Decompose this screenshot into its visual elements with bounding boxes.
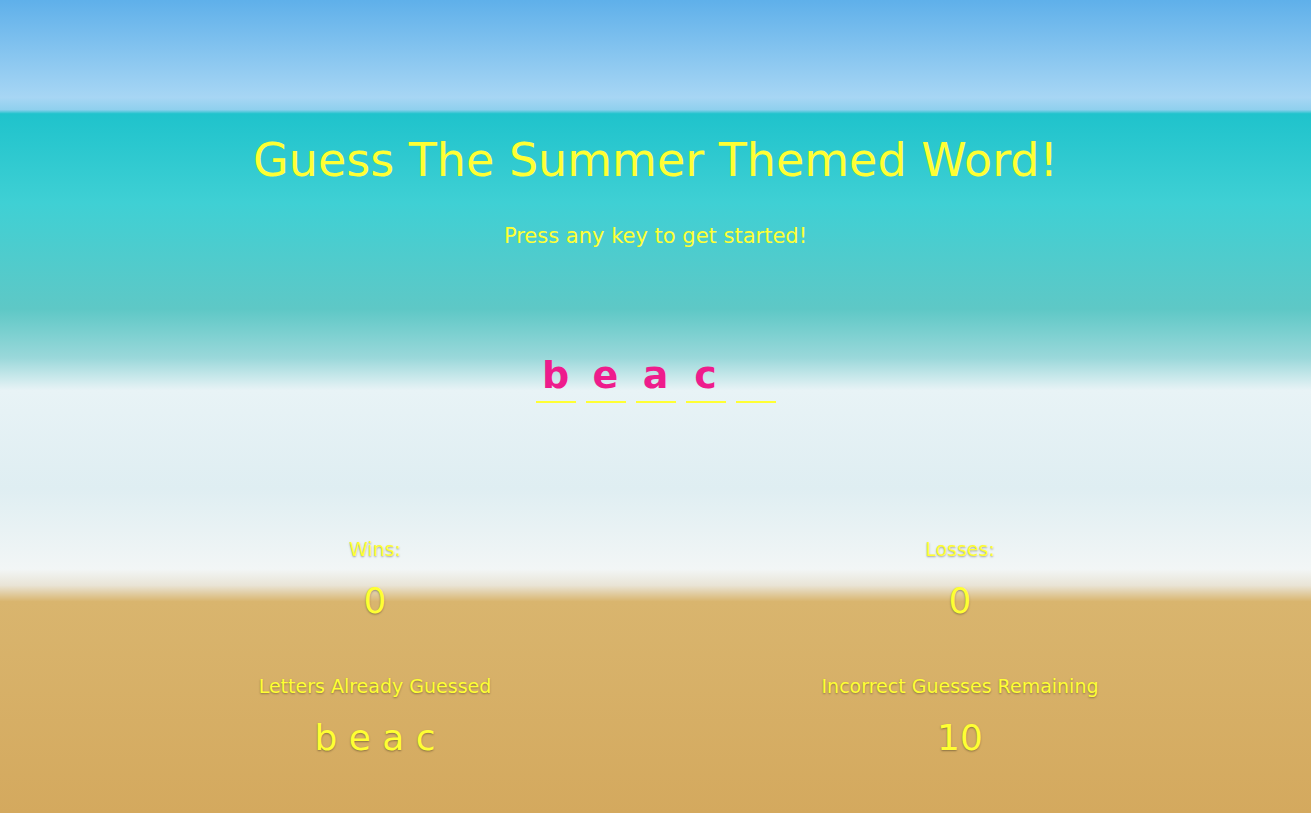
letters-guessed-value: b e a c [314,716,435,760]
letters-guessed-label: Letters Already Guessed [259,674,492,698]
losses-label: Losses: [925,537,995,561]
letter-slot: b [536,349,576,403]
guesses-remaining-value: 10 [937,716,983,760]
letters-guessed: Letters Already Guessed b e a c [0,674,750,760]
game-page: Guess The Summer Themed Word! Press any k… [0,0,1311,813]
wins-value: 0 [364,579,387,623]
letter-slot: c [686,349,726,403]
wins-label: Wins: [349,537,401,561]
losses: Losses: 0 [750,537,1170,623]
letter-slot: a [636,349,676,403]
guesses-remaining-label: Incorrect Guesses Remaining [822,674,1099,698]
letter-slot: e [586,349,626,403]
letter-slot [736,349,776,403]
wins: Wins: 0 [0,537,750,623]
losses-value: 0 [949,579,972,623]
word: beac [531,349,781,403]
title: Guess The Summer Themed Word! [253,132,1058,188]
guesses-remaining: Incorrect Guesses Remaining 10 [750,674,1170,760]
instructions: Press any key to get started! [504,222,807,250]
